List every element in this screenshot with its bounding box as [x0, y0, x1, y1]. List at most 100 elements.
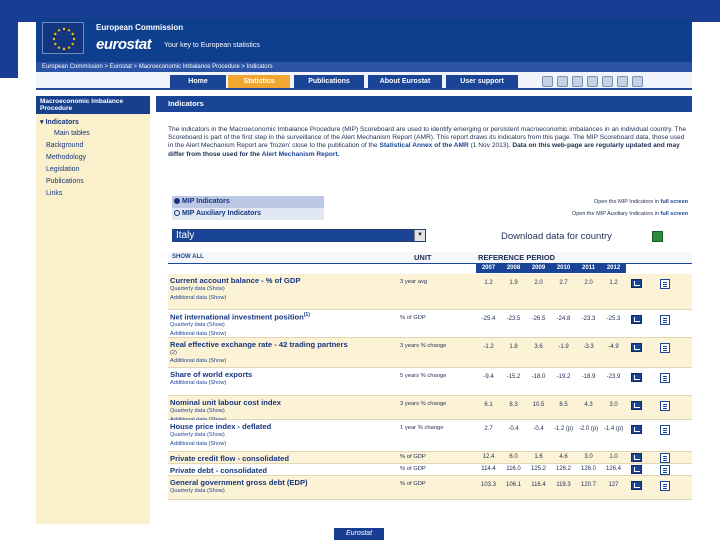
metadata-icon[interactable]: [660, 279, 670, 289]
quarterly-data-link[interactable]: Quarterly data (Show): [170, 408, 225, 414]
indicator-values: 1.2 1.9 2.0 2.7 2.0 1.2: [476, 280, 626, 286]
tab-about-eurostat[interactable]: About Eurostat: [368, 75, 442, 88]
sidebar-item-background[interactable]: Background: [36, 142, 150, 149]
indicator-name[interactable]: Private debt - consolidated: [170, 466, 267, 475]
quarterly-data-link[interactable]: Quarterly data (Show): [170, 432, 225, 438]
table-row: Nominal unit labour cost index Quarterly …: [168, 396, 692, 423]
chart-icon[interactable]: [631, 315, 642, 324]
indicator-values: 12.4 6.0 1.6 4.6 3.0 1.0: [476, 454, 626, 460]
indicator-name[interactable]: Real effective exchange rate - 42 tradin…: [170, 340, 348, 349]
metadata-icon[interactable]: [660, 425, 670, 435]
metadata-icon[interactable]: [660, 315, 670, 325]
indicator-name[interactable]: House price index - deflated: [170, 422, 271, 431]
indicator-value: -9.4: [483, 374, 494, 380]
indicator-value: 1.2: [609, 280, 618, 286]
metadata-icon[interactable]: [660, 373, 670, 383]
indicator-values: 103.3 106.1 116.4 119.3 120.7 127: [476, 482, 626, 488]
sitemap-icon[interactable]: [587, 76, 598, 87]
metadata-icon[interactable]: [660, 401, 670, 411]
chart-icon[interactable]: [631, 401, 642, 410]
tab-statistics[interactable]: Statistics: [228, 75, 290, 88]
quarterly-data-link[interactable]: Quarterly data (Show): [170, 488, 225, 494]
home-icon[interactable]: [542, 76, 553, 87]
quarterly-data-link[interactable]: Quarterly data (Show): [170, 286, 225, 292]
indicator-name[interactable]: Nominal unit labour cost index: [170, 398, 281, 407]
eu-flag-logo[interactable]: [42, 22, 84, 54]
indicator-value: 126.4: [605, 466, 621, 472]
indicator-value: 125.2: [530, 466, 546, 472]
indicator-name[interactable]: Share of world exports: [170, 370, 252, 379]
table-row: General government gross debt (EDP) Quart…: [168, 476, 692, 500]
statistical-annex-link[interactable]: Statistical Annex of the AMR: [379, 142, 468, 149]
breadcrumb[interactable]: European Commission > Eurostat > Macroec…: [36, 62, 692, 72]
aux-full-screen-link[interactable]: full screen: [660, 211, 688, 217]
indicator-value: -25.4: [481, 316, 496, 322]
radio-selected-icon: [174, 198, 180, 204]
additional-data-link[interactable]: Additional data (Show): [170, 380, 226, 386]
sidebar-item-links[interactable]: Links: [36, 190, 150, 197]
chart-icon[interactable]: [631, 425, 642, 434]
eu-stars-icon: [52, 27, 76, 51]
quarterly-data-link[interactable]: Quarterly data (Show): [170, 322, 225, 328]
radio-unselected-icon: [174, 210, 180, 216]
indicator-value: -1.2 (p): [553, 426, 574, 432]
tab-publications[interactable]: Publications: [294, 75, 364, 88]
indicator-value: -26.5: [531, 316, 546, 322]
indicator-name[interactable]: General government gross debt (EDP): [170, 478, 308, 487]
radio-mip-auxiliary[interactable]: MIP Auxiliary Indicators: [172, 208, 324, 220]
indicator-value: 2.0: [584, 280, 593, 286]
additional-data-link[interactable]: Additional data (Show): [170, 331, 226, 337]
indicator-name[interactable]: Current account balance - % of GDP: [170, 276, 300, 285]
contact-icon[interactable]: [602, 76, 613, 87]
additional-data-link[interactable]: Additional data (Show): [170, 358, 226, 364]
indicator-value: 1.8: [509, 344, 518, 350]
mip-full-screen-link[interactable]: full screen: [660, 199, 688, 205]
excel-download-icon[interactable]: [652, 231, 663, 242]
indicator-value: 119.3: [556, 482, 571, 488]
additional-data-link[interactable]: Additional data (Show): [170, 441, 226, 447]
help-icon[interactable]: [572, 76, 583, 87]
chart-icon[interactable]: [631, 279, 642, 288]
indicator-name[interactable]: Net international investment position(1): [170, 312, 310, 322]
country-select[interactable]: Italy ▼: [172, 229, 426, 242]
years-header: 2007 2008 2009 2010 2011 2012: [168, 264, 692, 273]
footnote-ref: (2): [170, 350, 177, 356]
sidebar-item-indicators[interactable]: ▾ Indicators: [36, 118, 150, 126]
indicator-name[interactable]: Private credit flow - consolidated: [170, 454, 289, 463]
metadata-icon[interactable]: [660, 343, 670, 353]
print-icon[interactable]: [632, 76, 643, 87]
indicator-value: -1.2: [483, 344, 494, 350]
sidebar-item-methodology[interactable]: Methodology: [36, 154, 150, 161]
tab-home[interactable]: Home: [170, 75, 226, 88]
indicator-value: 1.2: [484, 280, 493, 286]
year-header: 2012: [606, 265, 621, 271]
table-header: SHOW ALL UNIT REFERENCE PERIOD: [168, 252, 692, 264]
sidebar-item-publications[interactable]: Publications: [36, 178, 150, 185]
radio-row-mip: MIP Indicators Open the MIP Indicators i…: [172, 196, 692, 208]
chevron-down-icon[interactable]: ▼: [414, 230, 425, 241]
alert-mechanism-report-link[interactable]: Alert Mechanism Report.: [262, 151, 340, 158]
additional-data-link[interactable]: Additional data (Show): [170, 295, 226, 301]
language-icon[interactable]: [617, 76, 628, 87]
sidebar-item-legislation[interactable]: Legislation: [36, 166, 150, 173]
indicator-value: 2.0: [534, 280, 543, 286]
chart-icon[interactable]: [631, 453, 642, 462]
chart-icon[interactable]: [631, 343, 642, 352]
chart-icon[interactable]: [631, 373, 642, 382]
tab-user-support[interactable]: User support: [446, 75, 518, 88]
radio-mip-indicators[interactable]: MIP Indicators: [172, 196, 324, 208]
metadata-icon[interactable]: [660, 481, 670, 491]
left-banner: [0, 0, 18, 78]
search-icon[interactable]: [557, 76, 568, 87]
metadata-icon[interactable]: [660, 453, 670, 463]
sidebar-item-main-tables[interactable]: Main tables: [36, 130, 150, 137]
chart-icon[interactable]: [631, 481, 642, 490]
indicator-value: 2.7: [559, 280, 568, 286]
chart-icon[interactable]: [631, 465, 642, 474]
show-all-link[interactable]: SHOW ALL: [172, 254, 204, 260]
indicator-value: 2.7: [484, 426, 493, 432]
indicator-unit: % of GDP: [400, 481, 426, 487]
download-label[interactable]: Download data for country: [501, 231, 612, 242]
metadata-icon[interactable]: [660, 465, 670, 475]
eurostat-logo[interactable]: eurostat: [96, 36, 152, 53]
